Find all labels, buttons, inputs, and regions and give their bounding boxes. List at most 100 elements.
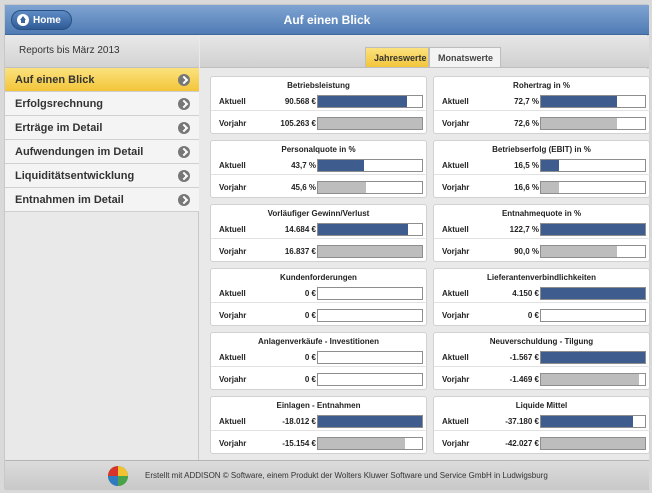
kpi-row-label: Aktuell	[219, 161, 246, 170]
kpi-bar-current	[317, 95, 423, 108]
kpi-row-label: Aktuell	[219, 417, 246, 426]
sidebar-item-auf-einen-blick[interactable]: Auf einen Blick	[5, 68, 199, 92]
kpi-card-title: Personalquote in %	[281, 145, 356, 154]
kpi-row-previous: Vorjahr -15.154 €	[211, 435, 428, 453]
kpi-row-previous: Vorjahr 0 €	[211, 307, 428, 325]
kpi-value-previous: 16,6 %	[514, 183, 539, 192]
kpi-value-current: 0 €	[304, 353, 316, 362]
kpi-value-previous: 45,6 %	[291, 183, 316, 192]
sidebar-item-label: Aufwendungen im Detail	[15, 146, 144, 158]
tab-jahreswerte[interactable]: Jahreswerte	[365, 47, 429, 67]
kpi-row-current: Aktuell 4.150 €	[434, 285, 651, 303]
kpi-value-current: -1.567 €	[509, 353, 539, 362]
kpi-bar-fill	[318, 118, 422, 129]
kpi-bar-fill	[541, 374, 639, 385]
kpi-grid: Betriebsleistung Aktuell 90.568 € Vorjahr 10…	[200, 69, 651, 460]
sidebar-item-liquiditaetsentwicklung[interactable]: Liquiditätsentwicklung	[5, 164, 199, 188]
kpi-card: Betriebserfolg (EBIT) in % Aktuell 16,5 % V…	[433, 140, 651, 198]
chevron-right-icon	[178, 74, 190, 86]
kpi-card-title: Rohertrag in %	[513, 81, 570, 90]
kpi-bar-previous	[540, 117, 646, 130]
kpi-bar-previous	[317, 181, 423, 194]
sidebar-item-label: Erträge im Detail	[15, 122, 103, 134]
kpi-row-label: Aktuell	[219, 289, 246, 298]
kpi-row-label: Vorjahr	[442, 183, 470, 192]
kpi-row-label: Vorjahr	[219, 439, 247, 448]
kpi-bar-previous	[540, 181, 646, 194]
kpi-bar-previous	[540, 309, 646, 322]
kpi-bar-current	[317, 415, 423, 428]
kpi-row-previous: Vorjahr 0 €	[211, 371, 428, 389]
kpi-row-current: Aktuell -37.180 €	[434, 413, 651, 431]
sidebar-item-erfolgsrechnung[interactable]: Erfolgsrechnung	[5, 92, 199, 116]
kpi-row-previous: Vorjahr 16,6 %	[434, 179, 651, 197]
kpi-bar-previous	[317, 373, 423, 386]
kpi-row-current: Aktuell -18.012 €	[211, 413, 428, 431]
kpi-card: Betriebsleistung Aktuell 90.568 € Vorjahr 10…	[210, 76, 428, 134]
kpi-bar-current	[317, 159, 423, 172]
sidebar-item-label: Erfolgsrechnung	[15, 98, 104, 110]
kpi-card: Einlagen - Entnahmen Aktuell -18.012 € Vorj…	[210, 396, 428, 454]
kpi-value-previous: -1.469 €	[509, 375, 539, 384]
kpi-row-current: Aktuell 122,7 %	[434, 221, 651, 239]
sidebar-item-aufwendungen-im-detail[interactable]: Aufwendungen im Detail	[5, 140, 199, 164]
kpi-bar-current	[317, 223, 423, 236]
kpi-bar-fill	[541, 182, 559, 193]
kpi-card-title: Betriebsleistung	[287, 81, 350, 90]
top-bar: Home Auf einen Blick	[5, 5, 649, 35]
sidebar-item-label: Auf einen Blick	[15, 74, 95, 86]
kpi-bar-fill	[541, 160, 559, 171]
kpi-value-current: -37.180 €	[505, 417, 539, 426]
kpi-value-current: 90.568 €	[284, 97, 316, 106]
sidebar-item-label: Entnahmen im Detail	[15, 194, 124, 206]
sidebar-item-entnahmen-im-detail[interactable]: Entnahmen im Detail	[5, 188, 199, 212]
kpi-value-current: 14.684 €	[284, 225, 316, 234]
kpi-bar-fill	[541, 352, 645, 363]
kpi-row-current: Aktuell 14.684 €	[211, 221, 428, 239]
kpi-bar-fill	[318, 96, 408, 107]
kpi-card: Rohertrag in % Aktuell 72,7 % Vorjahr 72,6 %	[433, 76, 651, 134]
kpi-card-title: Vorläufiger Gewinn/Verlust	[267, 209, 370, 218]
chevron-right-icon	[178, 170, 190, 182]
kpi-value-current: 43,7 %	[291, 161, 316, 170]
kpi-row-previous: Vorjahr 105.263 €	[211, 115, 428, 133]
kpi-value-previous: 105.263 €	[280, 119, 316, 128]
kpi-row-label: Vorjahr	[219, 375, 247, 384]
kpi-bar-fill	[318, 438, 406, 449]
kpi-row-current: Aktuell 16,5 %	[434, 157, 651, 175]
kpi-bar-fill	[318, 416, 422, 427]
kpi-value-previous: -42.027 €	[505, 439, 539, 448]
sidebar: Auf einen Blick Erfolgsrechnung Erträge …	[5, 68, 199, 212]
kpi-row-label: Aktuell	[442, 97, 469, 106]
kpi-row-label: Aktuell	[219, 225, 246, 234]
sidebar-item-ertraege-im-detail[interactable]: Erträge im Detail	[5, 116, 199, 140]
sidebar-item-label: Liquiditätsentwicklung	[15, 170, 135, 182]
kpi-row-label: Vorjahr	[219, 183, 247, 192]
kpi-card: Liquide Mittel Aktuell -37.180 € Vorjahr -42…	[433, 396, 651, 454]
footer: Erstellt mit ADDISON © Software, einem P…	[5, 460, 649, 490]
tab-monatswerte[interactable]: Monatswerte	[429, 47, 501, 67]
chevron-right-icon	[178, 194, 190, 206]
kpi-bar-previous	[540, 437, 646, 450]
kpi-row-previous: Vorjahr 45,6 %	[211, 179, 428, 197]
kpi-value-previous: 16.837 €	[284, 247, 316, 256]
kpi-value-current: 4.150 €	[512, 289, 539, 298]
kpi-value-current: -18.012 €	[282, 417, 316, 426]
kpi-card: Anlagenverkäufe - Investitionen Aktuell 0 …	[210, 332, 428, 390]
kpi-row-label: Aktuell	[442, 225, 469, 234]
kpi-bar-previous	[317, 437, 423, 450]
kpi-row-label: Aktuell	[219, 353, 246, 362]
kpi-bar-current	[540, 287, 646, 300]
kpi-bar-current	[540, 159, 646, 172]
kpi-card-title: Lieferantenverbindlichkeiten	[487, 273, 596, 282]
page-title: Auf einen Blick	[283, 13, 371, 27]
app-window: Home Auf einen Blick Reports bis März 20…	[4, 4, 651, 490]
kpi-card: Vorläufiger Gewinn/Verlust Aktuell 14.684 …	[210, 204, 428, 262]
kpi-row-label: Vorjahr	[442, 119, 470, 128]
kpi-card-title: Kundenforderungen	[280, 273, 357, 282]
kpi-bar-current	[540, 351, 646, 364]
kpi-card-title: Neuverschuldung - Tilgung	[489, 337, 594, 346]
kpi-bar-previous	[540, 373, 646, 386]
kpi-card: Entnahmequote in % Aktuell 122,7 % Vorjahr 9…	[433, 204, 651, 262]
kpi-row-label: Vorjahr	[442, 375, 470, 384]
